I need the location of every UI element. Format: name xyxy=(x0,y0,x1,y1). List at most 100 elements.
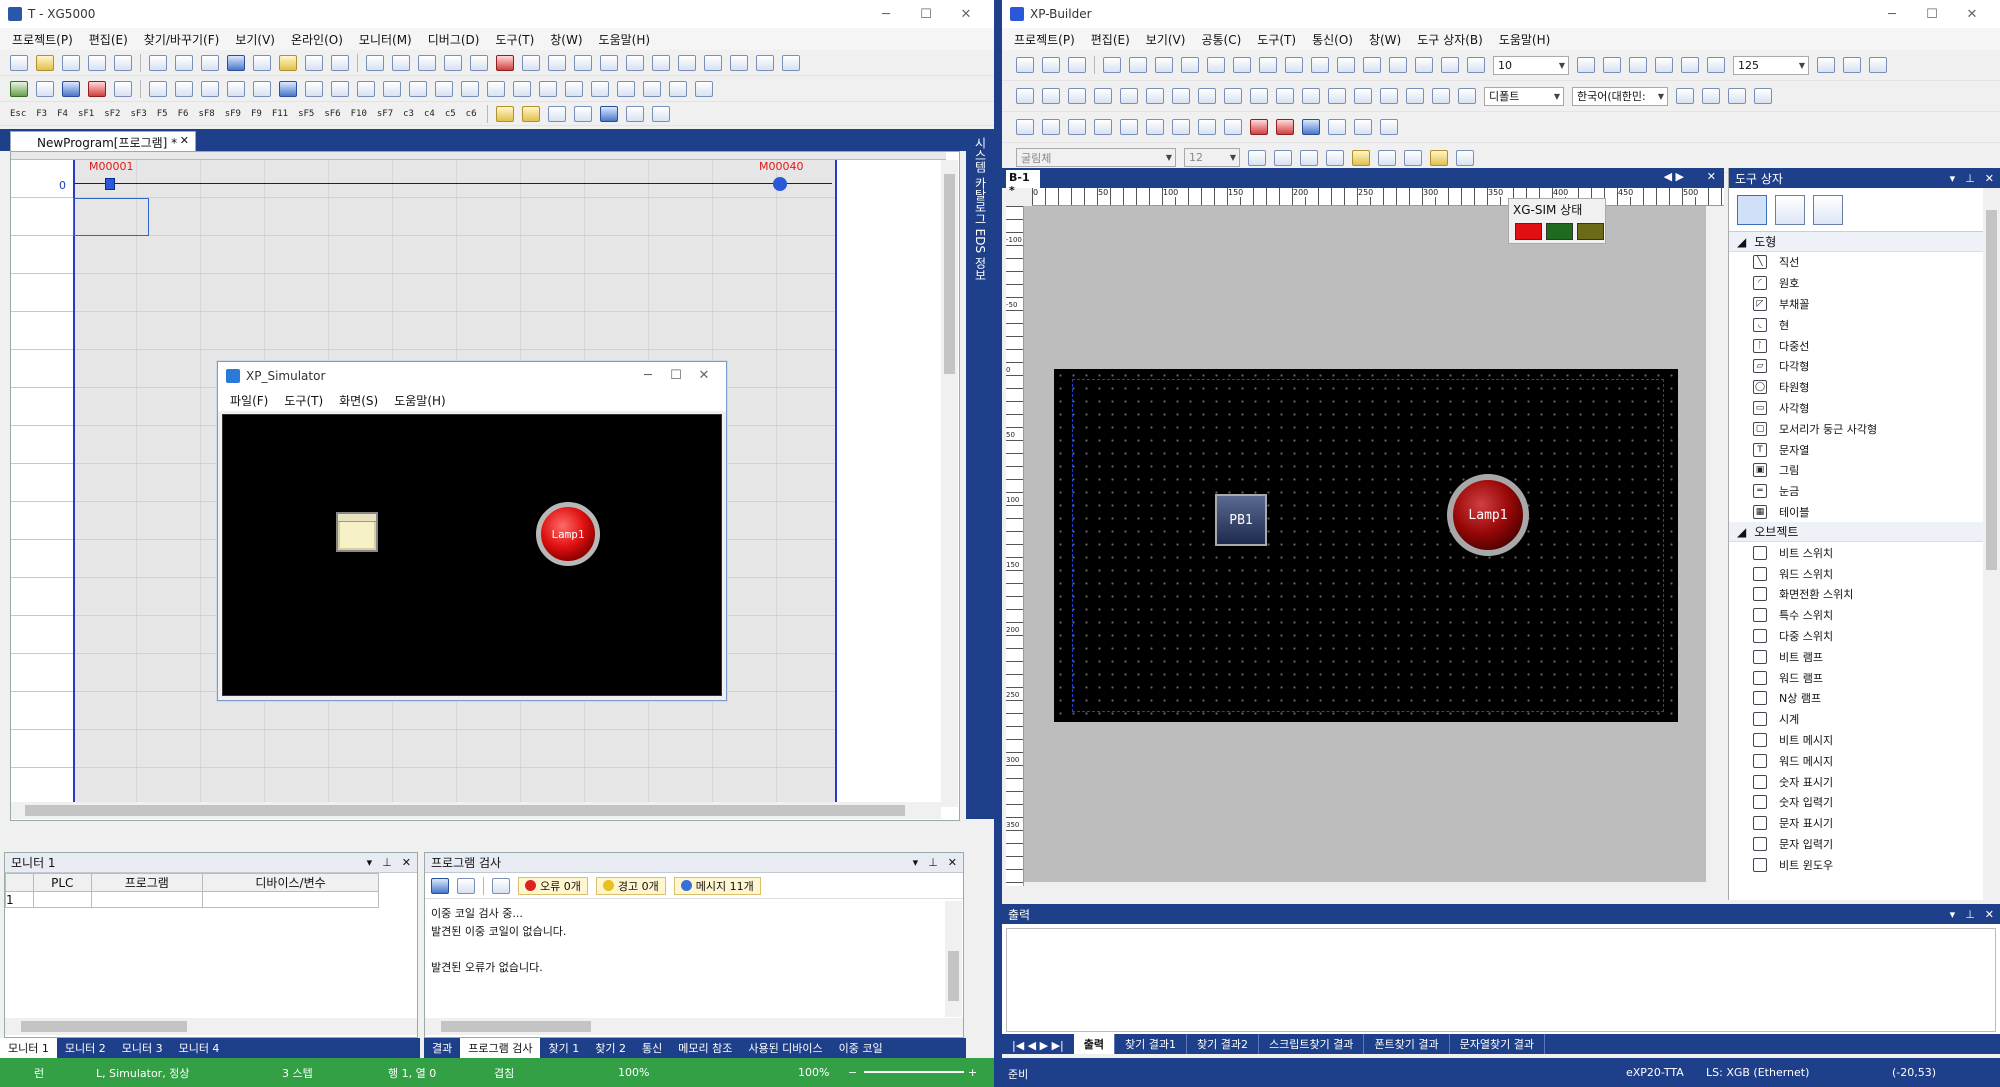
italic-icon[interactable] xyxy=(1274,149,1292,166)
fkey-13[interactable]: F10 xyxy=(351,109,367,119)
dropdown-icon[interactable]: ▾ xyxy=(1950,908,1956,921)
library-icon[interactable] xyxy=(1728,88,1746,104)
terminal-icon[interactable] xyxy=(227,54,245,71)
plc-history-icon[interactable] xyxy=(461,80,479,97)
view-ladder-icon[interactable] xyxy=(495,105,514,122)
network-icon[interactable] xyxy=(539,80,557,97)
fkey-1[interactable]: F4 xyxy=(57,109,68,119)
save-all-icon[interactable] xyxy=(88,54,106,71)
minimize-icon[interactable]: ─ xyxy=(1872,7,1912,22)
tab-memory-ref[interactable]: 메모리 참조 xyxy=(670,1038,740,1058)
redo-icon[interactable] xyxy=(1129,57,1147,73)
tab-find-1[interactable]: 찾기 1 xyxy=(540,1038,587,1058)
dropdown-icon[interactable]: ▾ xyxy=(367,856,373,869)
output-tab-nav-icon[interactable]: |◀ ◀ ▶ ▶| xyxy=(1002,1037,1074,1054)
tag-icon[interactable] xyxy=(1458,88,1476,104)
menu-tools[interactable]: 도구(T) xyxy=(495,31,534,48)
flip-icon[interactable] xyxy=(1354,88,1372,104)
coil-m00040[interactable] xyxy=(773,177,787,191)
run-mode-icon[interactable] xyxy=(62,80,80,97)
capture-icon[interactable] xyxy=(1869,57,1887,73)
write-icon[interactable] xyxy=(149,80,167,97)
check-hscroll-thumb[interactable] xyxy=(441,1021,591,1032)
copy-icon[interactable] xyxy=(444,54,462,71)
object-item[interactable]: 비트 메시지 xyxy=(1729,730,2000,751)
bring-front-icon[interactable] xyxy=(1302,88,1320,104)
sim-menu-tools[interactable]: 도구(T) xyxy=(284,392,323,409)
ladder-vscrollbar[interactable] xyxy=(941,160,958,807)
cut-icon[interactable] xyxy=(418,54,436,71)
text-align-left-icon[interactable] xyxy=(1352,149,1370,166)
fkey-4[interactable]: sF3 xyxy=(130,109,146,119)
ungroup-icon[interactable] xyxy=(1285,57,1303,73)
object-item[interactable]: 비트 윈도우 xyxy=(1729,854,2000,875)
tab-screen-b1[interactable]: B-1 * xyxy=(1006,170,1040,197)
disconnect-icon[interactable] xyxy=(36,80,54,97)
screen-canvas[interactable]: PB1 Lamp1 xyxy=(1024,206,1723,882)
new-file-icon[interactable] xyxy=(10,54,28,71)
zoom-slider[interactable] xyxy=(864,1071,964,1073)
tab-monitor-2[interactable]: 모니터 2 xyxy=(57,1038,114,1058)
pin-icon[interactable]: ⊥ xyxy=(1965,908,1975,921)
zoom-in-icon[interactable]: + xyxy=(968,1066,977,1079)
monitor-stop-icon[interactable] xyxy=(227,80,245,97)
diagnose-icon[interactable] xyxy=(513,80,531,97)
object-item[interactable]: 비트 램프 xyxy=(1729,646,2000,667)
menu-find[interactable]: 찾기/바꾸기(F) xyxy=(144,31,220,48)
object-item[interactable]: 워드 메시지 xyxy=(1729,750,2000,771)
object-item[interactable]: 숫자 표시기 xyxy=(1729,771,2000,792)
scan-icon[interactable] xyxy=(565,80,583,97)
text-color-icon[interactable] xyxy=(1456,149,1474,166)
paste-icon[interactable] xyxy=(470,54,488,71)
shape-item[interactable]: ▦ 테이블 xyxy=(1729,502,2000,523)
device-monitor-icon[interactable] xyxy=(305,80,323,97)
back-icon[interactable] xyxy=(756,54,774,71)
xp-menu-project[interactable]: 프로젝트(P) xyxy=(1014,31,1075,48)
fit-icon[interactable] xyxy=(1817,57,1835,73)
xp-menu-comm[interactable]: 통신(O) xyxy=(1312,31,1353,48)
check-vscroll-thumb[interactable] xyxy=(948,951,959,1001)
maximize-icon[interactable]: ☐ xyxy=(1912,7,1952,22)
xp-menu-toolbox[interactable]: 도구 상자(B) xyxy=(1417,31,1483,48)
check-clear-icon[interactable] xyxy=(492,877,510,894)
plc-error-icon[interactable] xyxy=(487,80,505,97)
pin-icon[interactable]: ⊥ xyxy=(1965,172,1975,185)
delete-column-icon[interactable] xyxy=(600,54,618,71)
xp-menu-tools[interactable]: 도구(T) xyxy=(1257,31,1296,48)
menu-online[interactable]: 온라인(O) xyxy=(291,31,343,48)
list-view-icon[interactable] xyxy=(1775,194,1805,225)
close-icon[interactable]: ✕ xyxy=(948,856,957,869)
window-list-icon[interactable] xyxy=(1702,88,1720,104)
fkey-esc[interactable]: Esc xyxy=(10,109,26,119)
hand-icon[interactable] xyxy=(1655,57,1673,73)
view-il-icon[interactable] xyxy=(521,105,540,122)
object-item[interactable]: 숫자 입력기 xyxy=(1729,792,2000,813)
cell-program[interactable] xyxy=(90,891,204,908)
shape-item[interactable]: ═ 눈금 xyxy=(1729,481,2000,502)
close-icon[interactable]: ✕ xyxy=(1952,7,1992,22)
monitor-start-icon[interactable] xyxy=(201,80,219,97)
minimize-icon[interactable]: ─ xyxy=(634,368,662,383)
frame-icon[interactable] xyxy=(1577,57,1595,73)
fkey-5[interactable]: F5 xyxy=(157,109,168,119)
project-icon[interactable] xyxy=(1016,119,1034,135)
overlap-icon[interactable] xyxy=(1363,57,1381,73)
error-count-badge[interactable]: 오류 0개 xyxy=(518,876,588,895)
same-height-icon[interactable] xyxy=(1250,88,1268,104)
delete-line-icon[interactable] xyxy=(574,54,592,71)
save-icon[interactable] xyxy=(62,54,80,71)
side-panel-tabs[interactable]: 시스템 카탈로그 EDS 정보 xyxy=(966,129,994,819)
align-right-icon[interactable] xyxy=(1068,88,1086,104)
xp-menu-view[interactable]: 보기(V) xyxy=(1146,31,1186,48)
warning-count-badge[interactable]: 경고 0개 xyxy=(595,876,666,895)
menu-window[interactable]: 창(W) xyxy=(550,31,582,48)
timer-icon[interactable] xyxy=(591,80,609,97)
read-icon[interactable] xyxy=(175,80,193,97)
check-run-icon[interactable] xyxy=(431,877,449,894)
group-icon[interactable] xyxy=(1259,57,1277,73)
stop-mode-icon[interactable] xyxy=(88,80,106,97)
hmi-push-button[interactable]: PB1 xyxy=(1215,494,1267,546)
duplicate-icon[interactable] xyxy=(1233,57,1251,73)
fkey-10[interactable]: F11 xyxy=(272,109,288,119)
fkey-16[interactable]: c4 xyxy=(424,109,435,119)
